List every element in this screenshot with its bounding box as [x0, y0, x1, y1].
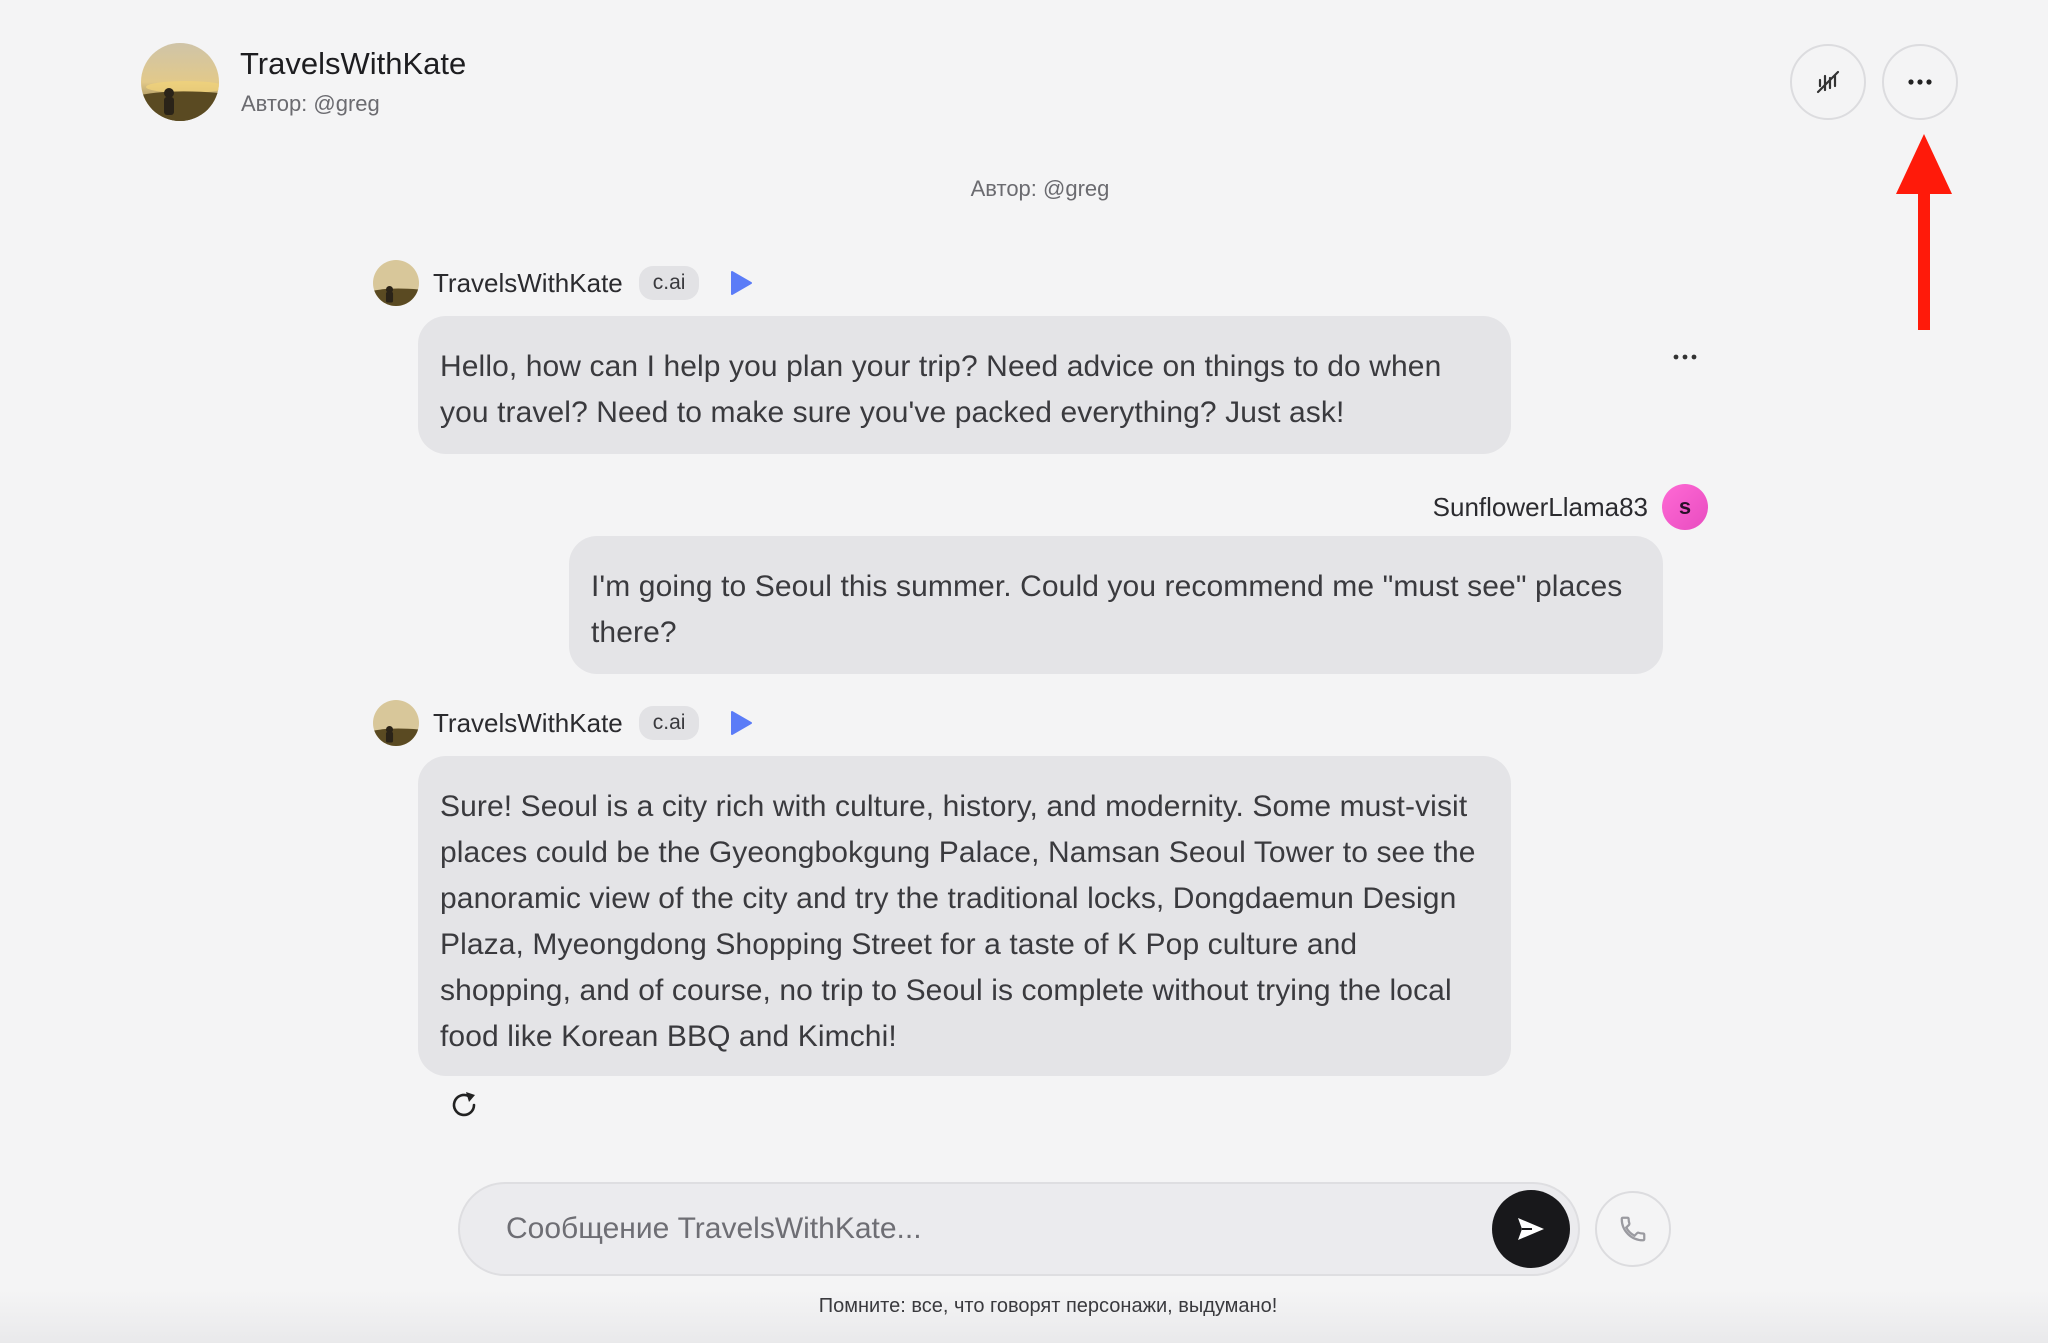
character-name: TravelsWithKate [240, 46, 467, 81]
more-dots-icon [1673, 354, 1697, 360]
message-header: TravelsWithKate c.ai [373, 700, 753, 746]
author-label: Автор: @greg [241, 91, 380, 116]
message-header: SunflowerLlama83 s [1433, 484, 1708, 530]
message-header: TravelsWithKate c.ai [373, 260, 753, 306]
cai-badge: c.ai [638, 706, 700, 740]
user-avatar[interactable]: s [1662, 484, 1708, 530]
refresh-icon[interactable] [449, 1090, 479, 1120]
bot-message-bubble: Hello, how can I help you plan your trip… [418, 316, 1511, 454]
bot-avatar[interactable] [373, 700, 419, 746]
chat-author-label: Автор: @greg [970, 176, 1110, 201]
annotation-arrow-icon [1896, 134, 1952, 330]
chat-page: TravelsWithKate Автор: @greg Автор: @gre… [0, 0, 2048, 1343]
message-options-button[interactable] [1670, 342, 1700, 372]
disclaimer-text: Помните: все, что говорят персонажи, выд… [818, 1295, 1278, 1317]
character-avatar[interactable] [141, 43, 219, 121]
play-icon[interactable] [729, 710, 753, 736]
phone-icon [1620, 1216, 1646, 1242]
bot-name: TravelsWithKate [433, 267, 623, 298]
send-button[interactable] [1492, 1190, 1570, 1268]
mute-icon [1816, 70, 1840, 94]
more-options-button[interactable] [1882, 44, 1958, 120]
user-name: SunflowerLlama83 [1432, 491, 1648, 522]
message-composer [458, 1182, 1580, 1276]
more-dots-icon [1908, 79, 1932, 85]
bot-message-bubble: Sure! Seoul is a city rich with culture,… [418, 756, 1511, 1076]
send-icon [1518, 1218, 1544, 1240]
bot-name: TravelsWithKate [433, 707, 623, 738]
user-message-bubble: I'm going to Seoul this summer. Could yo… [569, 536, 1663, 674]
play-icon[interactable] [729, 270, 753, 296]
call-button[interactable] [1595, 1191, 1671, 1267]
bot-avatar[interactable] [373, 260, 419, 306]
mute-button[interactable] [1790, 44, 1866, 120]
cai-badge: c.ai [638, 266, 700, 300]
message-input[interactable] [506, 1184, 1466, 1274]
